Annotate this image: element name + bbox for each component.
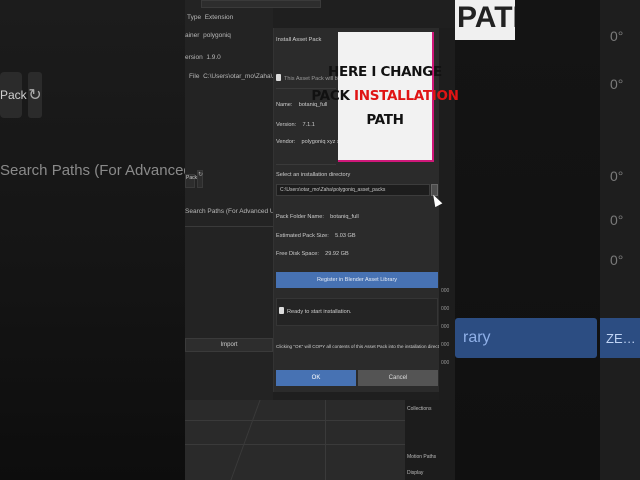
bg-refresh-icon: ↻ bbox=[28, 72, 42, 118]
bg-search-paths: Search Paths (For Advanced Users) bbox=[0, 162, 185, 179]
bg-library-bar: rary bbox=[455, 318, 597, 358]
est-size-value: 5.03 GB bbox=[335, 233, 356, 239]
caption-line-1: HERE I CHANGE bbox=[328, 64, 442, 80]
document-icon bbox=[276, 74, 281, 81]
background-left bbox=[0, 0, 185, 480]
caption-line-2: PACK INSTALLATION bbox=[311, 84, 459, 108]
viewport-bottom: Collections Motion Paths Display bbox=[185, 400, 455, 480]
outliner-collections[interactable]: Collections bbox=[407, 406, 431, 412]
bg-pack-button: Pack bbox=[0, 72, 27, 118]
import-button[interactable]: Import bbox=[185, 338, 273, 352]
strip-value: 000 bbox=[441, 360, 450, 366]
vendor-label: Vendor: bbox=[276, 139, 296, 145]
bg-library-label: rary bbox=[463, 329, 491, 346]
free-space-label: Free Disk Space: bbox=[276, 251, 319, 257]
divider bbox=[276, 164, 336, 165]
ready-box: Ready to start installation. bbox=[276, 298, 438, 326]
bg-zero: 0° bbox=[610, 76, 624, 92]
refresh-icon[interactable]: ↻ bbox=[197, 170, 203, 188]
ok-button[interactable]: OK bbox=[276, 370, 356, 386]
version-value: 7.1.1 bbox=[302, 122, 315, 128]
bg-right-panel bbox=[600, 0, 640, 480]
import-label: Import bbox=[220, 342, 238, 348]
version-label: ersion bbox=[185, 54, 203, 61]
extension-header-box bbox=[201, 0, 321, 8]
outliner-panel: Collections Motion Paths Display bbox=[405, 400, 455, 480]
strip-value: 000 bbox=[441, 324, 450, 330]
type-value: Extension bbox=[204, 14, 234, 21]
file-label: File bbox=[189, 73, 200, 80]
bg-zero: 0° bbox=[610, 212, 624, 228]
maintainer-value: polygoniq bbox=[203, 32, 231, 39]
pack-folder-label: Pack Folder Name: bbox=[276, 214, 324, 220]
extension-panel: Type Extension ainer polygoniq ersion 1.… bbox=[185, 0, 337, 400]
bg-path-word: PATH bbox=[455, 0, 515, 40]
caption-line-3: PATH bbox=[366, 112, 404, 128]
pack-button[interactable]: Pack bbox=[185, 174, 198, 188]
type-label: Type bbox=[187, 14, 202, 21]
bg-pack-label: Pack bbox=[0, 88, 27, 102]
divider bbox=[185, 226, 273, 227]
install-directory-value: C:\Users\otar_mo\Zaha\polygoniq_asset_pa… bbox=[280, 187, 386, 193]
version-label: Version: bbox=[276, 122, 297, 128]
cancel-button[interactable]: Cancel bbox=[358, 370, 438, 386]
strip-value: 000 bbox=[441, 306, 450, 312]
bg-zero: 0° bbox=[610, 28, 624, 44]
maintainer-label: ainer bbox=[185, 32, 200, 39]
pack-folder-value: botaniq_full bbox=[330, 214, 359, 220]
bg-zero: 0° bbox=[610, 252, 624, 268]
pack-button-label: Pack bbox=[186, 175, 198, 181]
copy-warning: Clicking "OK" will COPY all contents of … bbox=[276, 344, 447, 349]
strip-value: 000 bbox=[441, 342, 450, 348]
outliner-motion-paths[interactable]: Motion Paths bbox=[407, 454, 436, 460]
strip-value: 000 bbox=[441, 288, 450, 294]
dialog-title: Install Asset Pack bbox=[276, 37, 322, 43]
info-icon bbox=[279, 307, 284, 314]
bg-right-label: ZE… bbox=[600, 318, 640, 358]
install-directory-field[interactable]: C:\Users\otar_mo\Zaha\polygoniq_asset_pa… bbox=[276, 184, 430, 196]
ok-label: OK bbox=[311, 375, 321, 381]
bg-zero: 0° bbox=[610, 168, 624, 184]
outliner-display[interactable]: Display bbox=[407, 470, 423, 476]
est-size-label: Estimated Pack Size: bbox=[276, 233, 329, 239]
caption-prefix: PACK bbox=[311, 88, 354, 104]
register-asset-library-button[interactable]: Register in Blender Asset Library bbox=[276, 272, 438, 288]
caption-highlight: INSTALLATION bbox=[354, 88, 459, 104]
ready-text: Ready to start installation. bbox=[287, 309, 352, 315]
name-label: Name: bbox=[276, 102, 293, 108]
free-space-value: 29.92 GB bbox=[325, 251, 349, 257]
cancel-label: Cancel bbox=[388, 375, 408, 381]
version-value: 1.9.0 bbox=[206, 54, 221, 61]
tutorial-caption: HERE I CHANGE PACK INSTALLATION PATH bbox=[311, 32, 459, 162]
select-directory-label: Select an installation directory bbox=[276, 172, 351, 178]
register-label: Register in Blender Asset Library bbox=[316, 277, 398, 283]
